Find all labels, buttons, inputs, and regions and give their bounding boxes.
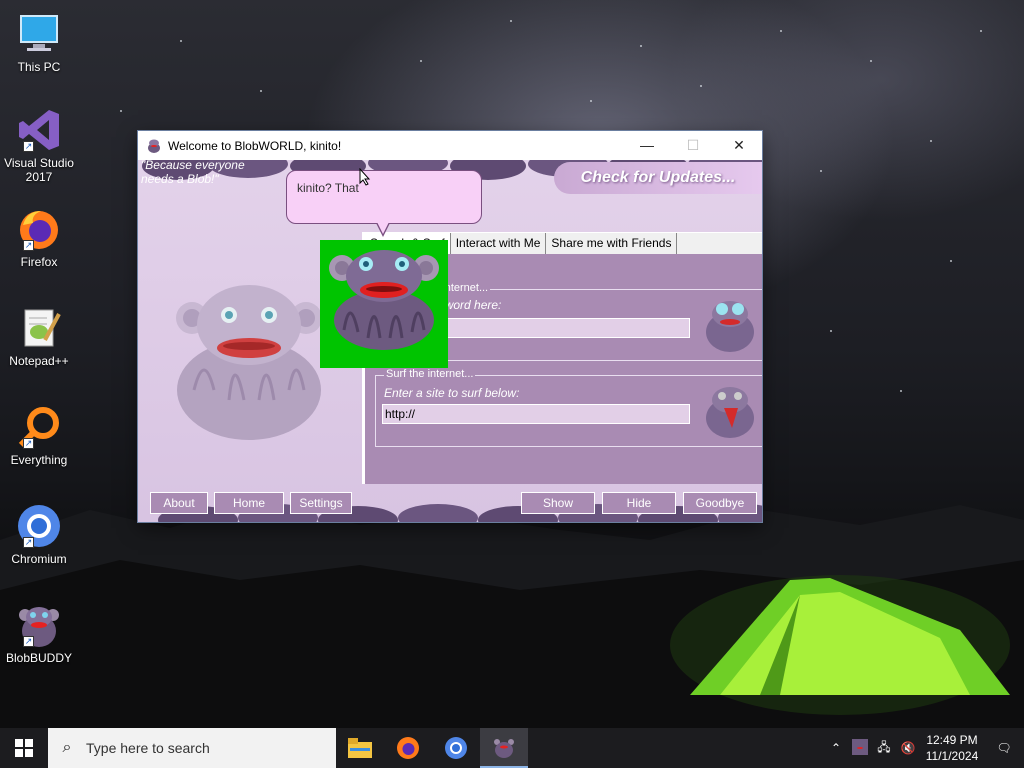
tab-interact[interactable]: Interact with Me	[451, 233, 547, 254]
desktop-icon-label: Firefox	[20, 255, 58, 269]
blob-buddy-character[interactable]	[320, 240, 448, 368]
settings-button[interactable]: Settings	[290, 492, 352, 514]
check-for-updates-button[interactable]: Check for Updates...	[554, 162, 762, 194]
desktop-icon-firefox[interactable]: ↗ Firefox	[4, 205, 74, 269]
firefox-icon	[397, 737, 419, 759]
chromium-icon	[445, 737, 467, 759]
speech-bubble: kinito? That	[286, 170, 482, 224]
show-button[interactable]: Show	[521, 492, 595, 514]
blob-icon: ↗	[15, 601, 63, 649]
taskbar-chromium[interactable]	[432, 728, 480, 768]
notepadpp-icon	[15, 304, 63, 352]
url-input[interactable]: http://	[382, 404, 690, 424]
close-button[interactable]: ✕	[716, 131, 762, 160]
slogan-text: "Because everyone needs a Blob!"	[141, 158, 245, 186]
chromium-icon: ↗	[15, 502, 63, 550]
tab-share[interactable]: Share me with Friends	[546, 233, 678, 254]
blob-icon	[494, 739, 514, 758]
desktop-icon-everything[interactable]: ↗ Everything	[4, 403, 74, 467]
desktop-icon-label: BlobBUDDY	[5, 651, 73, 665]
search-icon: ⌕	[62, 739, 72, 756]
start-button[interactable]	[0, 728, 48, 768]
blob-app-icon	[148, 139, 160, 153]
chevron-up-icon[interactable]: ⌃	[824, 741, 848, 755]
clock[interactable]: 12:49 PM 11/1/2024	[920, 732, 984, 764]
everything-search-icon: ↗	[15, 403, 63, 451]
desktop-icon-label: This PC	[17, 60, 61, 74]
surf-group: Surf the internet... Enter a site to sur…	[375, 368, 762, 447]
desktop-icon-label: Everything	[10, 453, 68, 467]
shortcut-arrow-icon: ↗	[23, 636, 34, 647]
blob-tray-icon[interactable]	[848, 738, 872, 758]
shortcut-arrow-icon: ↗	[23, 240, 34, 251]
desktop-icon-label: Visual Studio 2017	[4, 156, 74, 184]
clock-date: 11/1/2024	[925, 749, 979, 763]
maximize-button: ☐	[686, 137, 700, 153]
window-titlebar[interactable]: Welcome to BlobWORLD, kinito! — ☐ ✕	[138, 131, 762, 160]
desktop-icon-label: Chromium	[11, 552, 67, 566]
computer-icon	[15, 10, 63, 58]
system-tray: ⌃ 🖧 🔇 12:49 PM 11/1/2024 🗨	[824, 728, 1024, 768]
surf-group-legend: Surf the internet...	[384, 368, 476, 380]
blob-surf-icon	[706, 387, 754, 438]
desktop-icon-notepadpp[interactable]: Notepad++	[4, 304, 74, 368]
taskbar-file-explorer[interactable]	[336, 728, 384, 768]
visual-studio-icon: ↗	[15, 106, 63, 154]
taskbar-firefox[interactable]	[384, 728, 432, 768]
clock-time: 12:49 PM	[926, 733, 978, 747]
blob-character-image	[176, 285, 322, 440]
goodbye-button[interactable]: Goodbye	[683, 492, 757, 514]
surf-hint: Enter a site to surf below:	[384, 386, 520, 400]
folder-icon	[348, 738, 372, 758]
desktop-icon-label: Notepad++	[9, 354, 69, 368]
notifications-icon[interactable]: 🗨	[984, 741, 1024, 755]
desktop-icon-visual-studio[interactable]: ↗ Visual Studio 2017	[4, 106, 74, 184]
desktop-icon-chromium[interactable]: ↗ Chromium	[4, 502, 74, 566]
firefox-icon: ↗	[15, 205, 63, 253]
taskbar-blobbuddy[interactable]	[480, 728, 528, 768]
about-button[interactable]: About	[150, 492, 208, 514]
taskbar-search-box[interactable]: ⌕ Type here to search	[48, 728, 336, 768]
shortcut-arrow-icon: ↗	[23, 141, 34, 152]
shortcut-arrow-icon: ↗	[23, 537, 34, 548]
window-title: Welcome to BlobWORLD, kinito!	[168, 138, 342, 153]
taskbar: ⌕ Type here to search ⌃ 🖧 🔇 12:49 PM 11/…	[0, 728, 1024, 768]
mouse-cursor-icon	[359, 168, 371, 186]
desktop-icon-this-pc[interactable]: This PC	[4, 10, 74, 74]
hide-button[interactable]: Hide	[602, 492, 676, 514]
desktop-icon-blobbuddy[interactable]: ↗ BlobBUDDY	[4, 601, 74, 665]
home-button[interactable]: Home	[214, 492, 284, 514]
volume-muted-icon[interactable]: 🔇	[896, 741, 920, 755]
network-icon[interactable]: 🖧	[872, 738, 896, 759]
minimize-button[interactable]: —	[624, 131, 670, 160]
blob-character-icon	[329, 250, 439, 350]
windows-icon	[15, 739, 33, 757]
blob-search-icon	[706, 301, 754, 352]
search-placeholder: Type here to search	[86, 740, 210, 756]
shortcut-arrow-icon: ↗	[23, 438, 34, 449]
